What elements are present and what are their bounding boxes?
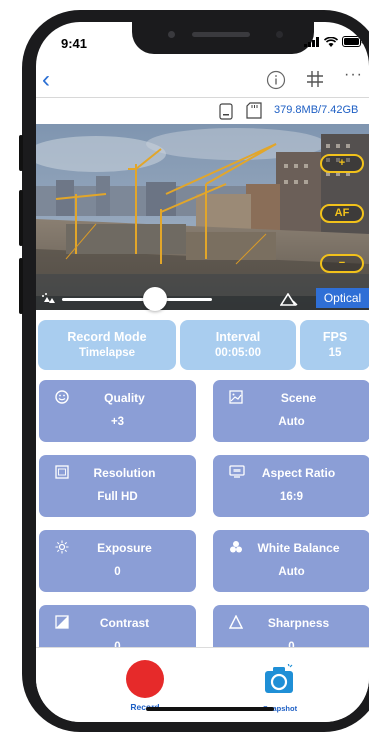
volume-down-button	[19, 258, 23, 314]
zoom-out-button[interactable]: −	[320, 254, 364, 273]
white-balance-title: White Balance	[257, 541, 340, 555]
white-balance-card[interactable]: White Balance Auto	[213, 530, 369, 592]
nav-bar: ‹ ···	[36, 64, 369, 98]
autofocus-button[interactable]: AF	[320, 204, 364, 223]
aspect-ratio-value: 16:9	[279, 491, 304, 503]
interval-tile[interactable]: Interval 00:05:00	[180, 320, 296, 370]
phone-storage-icon	[219, 103, 233, 120]
white-balance-value: Auto	[278, 566, 305, 578]
resolution-title: Resolution	[93, 466, 156, 480]
storage-row: 379.8MB/7.42GB	[36, 100, 369, 122]
record-button[interactable]	[126, 660, 164, 698]
phone-screen: 9:41 ‹ ··· 379.8MB/7.42GB + AF − Optical…	[36, 22, 369, 722]
mode-row: Record Mode Timelapse Interval 00:05:00 …	[38, 320, 369, 372]
volume-up-button	[19, 190, 23, 246]
fps-title: FPS	[322, 330, 348, 344]
sd-card-icon	[246, 102, 262, 119]
more-icon[interactable]: ···	[344, 66, 363, 84]
quality-card[interactable]: Quality +3	[39, 380, 196, 442]
fps-value: 15	[328, 347, 342, 359]
aspect-ratio-card[interactable]: Aspect Ratio 16:9	[213, 455, 369, 517]
construction-site-photo	[36, 124, 369, 310]
zoom-tele-icon	[280, 293, 298, 306]
record-mode-title: Record Mode	[67, 330, 147, 344]
status-time: 9:41	[61, 36, 88, 51]
home-indicator[interactable]	[146, 707, 274, 711]
sharpness-title: Sharpness	[267, 616, 330, 630]
wifi-icon	[324, 36, 338, 47]
info-icon[interactable]	[266, 70, 286, 90]
quality-title: Quality	[104, 391, 145, 405]
status-icons	[304, 36, 364, 47]
notch	[132, 22, 314, 54]
aspect-ratio-title: Aspect Ratio	[261, 466, 336, 480]
exposure-title: Exposure	[97, 541, 152, 555]
status-bar: 9:41	[36, 22, 369, 64]
zoom-slider-knob[interactable]	[143, 287, 167, 311]
scene-title: Scene	[280, 391, 317, 405]
resolution-card[interactable]: Resolution Full HD	[39, 455, 196, 517]
resolution-value: Full HD	[97, 491, 138, 503]
battery-icon	[342, 36, 364, 47]
storage-text: 379.8MB/7.42GB	[274, 104, 359, 116]
quality-value: +3	[110, 416, 125, 428]
exposure-value: 0	[114, 566, 121, 578]
scene-card[interactable]: Scene Auto	[213, 380, 369, 442]
scene-value: Auto	[278, 416, 305, 428]
record-mode-value: Timelapse	[78, 347, 136, 359]
exposure-card[interactable]: Exposure 0	[39, 530, 196, 592]
optical-zoom-button[interactable]: Optical	[316, 288, 369, 308]
camera-preview[interactable]: + AF −	[36, 124, 369, 310]
camera-icon[interactable]	[264, 664, 294, 694]
zoom-in-button[interactable]: +	[320, 154, 364, 173]
fps-tile[interactable]: FPS 15	[300, 320, 369, 370]
contrast-title: Contrast	[99, 616, 150, 630]
interval-title: Interval	[215, 330, 261, 344]
grid-icon[interactable]	[306, 70, 324, 88]
zoom-slider-track[interactable]	[62, 298, 212, 301]
back-icon[interactable]: ‹	[42, 68, 50, 92]
signal-icon	[304, 36, 319, 47]
interval-value: 00:05:00	[214, 347, 262, 359]
zoom-wide-icon	[42, 293, 55, 303]
mute-switch	[19, 135, 23, 171]
record-mode-tile[interactable]: Record Mode Timelapse	[38, 320, 176, 370]
